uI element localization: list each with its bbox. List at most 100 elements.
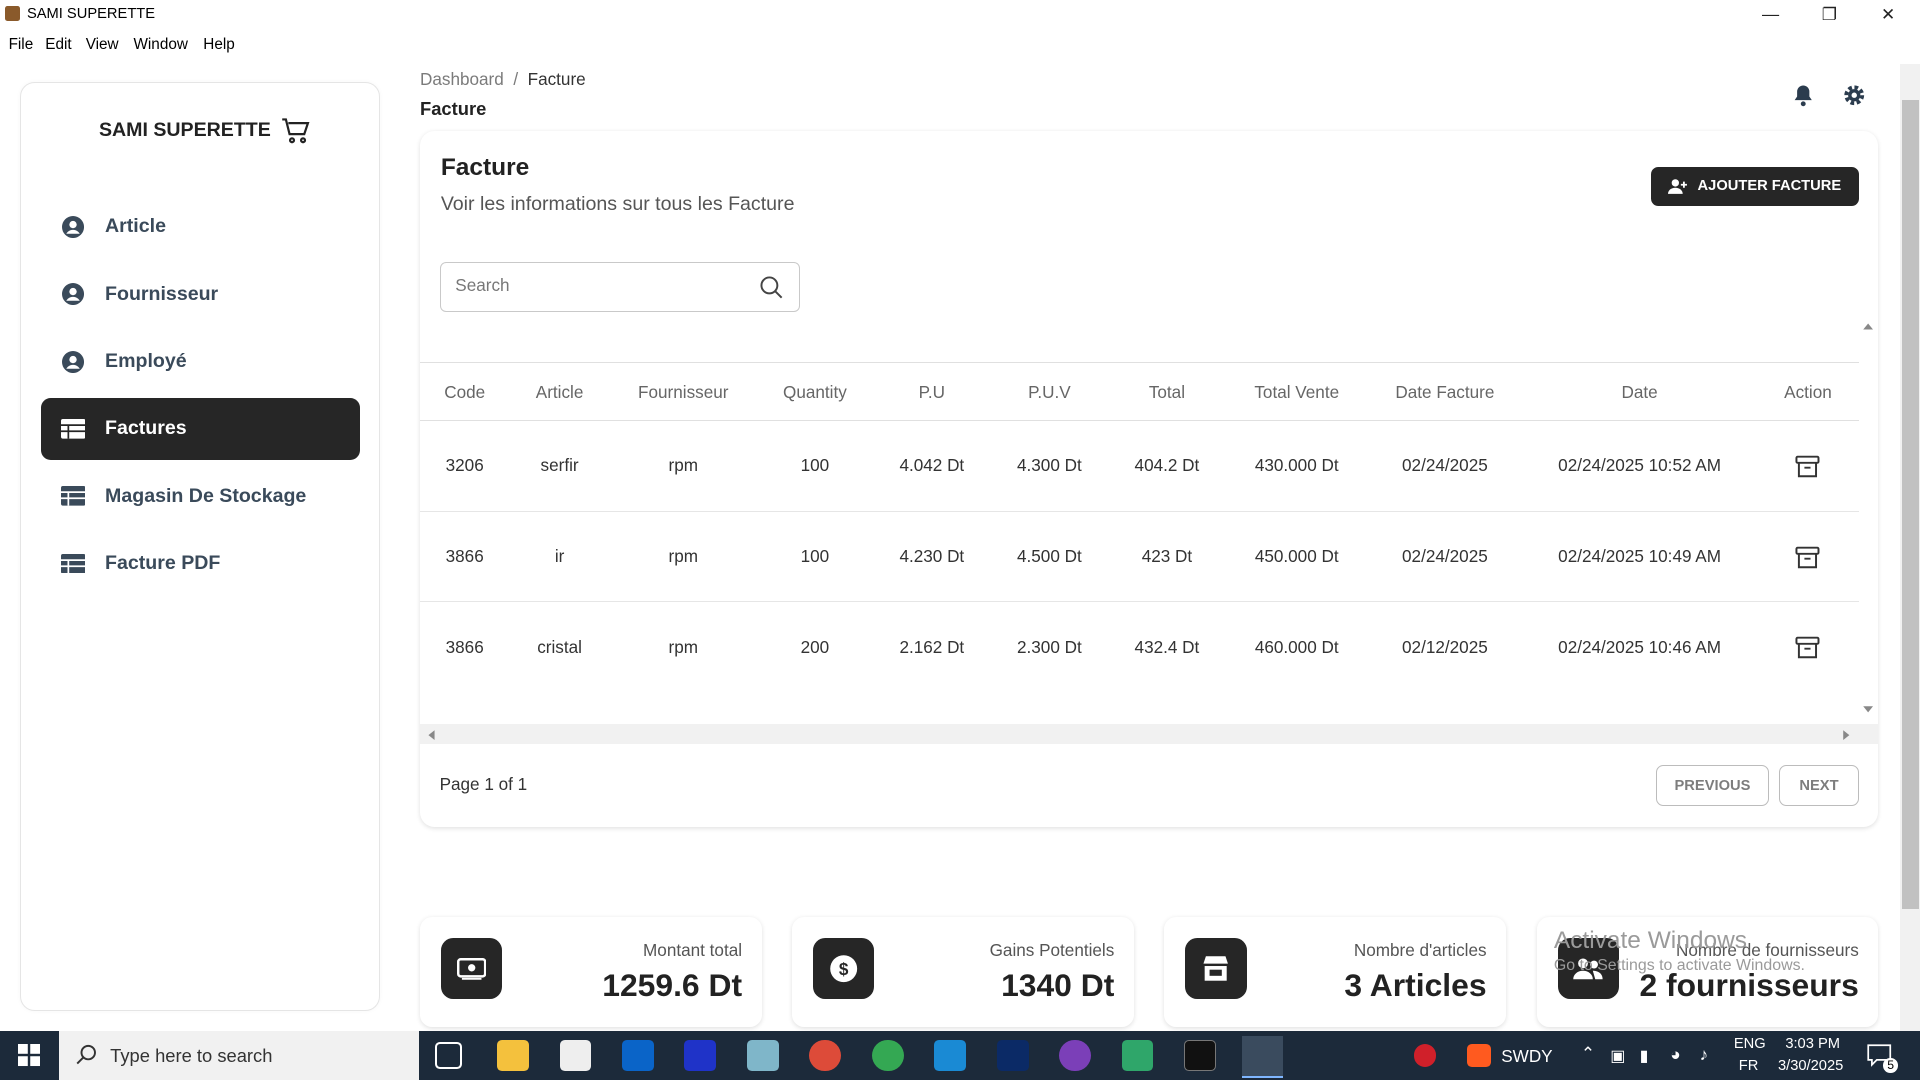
- pagination-info: Page 1 of 1: [439, 773, 528, 794]
- cell-quantity: 200: [800, 636, 830, 657]
- title-bar: SAMI SUPERETTE — ❐ ✕: [0, 0, 1920, 29]
- stat-label: Montant total: [643, 940, 743, 961]
- table-header: Code Article Fournisseur Quantity P.U P.…: [420, 362, 1859, 422]
- app-window: SAMI SUPERETTE — ❐ ✕ File Edit View Wind…: [0, 0, 1920, 1080]
- menu-view[interactable]: View: [86, 36, 119, 54]
- battery-icon[interactable]: ▮: [1640, 1046, 1649, 1066]
- sidebar-item-magasin[interactable]: Magasin De Stockage: [41, 465, 359, 527]
- page-title: Facture: [420, 97, 487, 119]
- store-app-icon[interactable]: [559, 1039, 592, 1072]
- taskbar-search[interactable]: Type here to search: [58, 1031, 419, 1080]
- file-explorer-icon[interactable]: [497, 1039, 529, 1072]
- cell-puv: 4.300 Dt: [1017, 455, 1082, 476]
- dollar-icon: $: [813, 937, 875, 1000]
- terminal-icon[interactable]: [1184, 1039, 1216, 1072]
- l-app-icon[interactable]: [684, 1039, 717, 1072]
- scroll-left-icon[interactable]: [426, 729, 436, 741]
- stat-card-gains-potentiels: $ Gains Potentiels 1340 Dt: [792, 917, 1134, 1028]
- cell-total-vente: 450.000 Dt: [1254, 546, 1339, 567]
- archive-icon[interactable]: [1794, 634, 1821, 661]
- menu-help[interactable]: Help: [203, 36, 234, 54]
- github-desktop-icon[interactable]: [1059, 1039, 1092, 1072]
- language-eng[interactable]: ENG: [1734, 1036, 1766, 1052]
- archive-icon[interactable]: [1794, 544, 1821, 571]
- stat-value: 1340 Dt: [1001, 967, 1115, 1004]
- scroll-up-icon[interactable]: [1862, 321, 1874, 331]
- next-button[interactable]: NEXT: [1779, 765, 1859, 806]
- cell-puv: 4.500 Dt: [1017, 546, 1082, 567]
- menu-window[interactable]: Window: [133, 36, 187, 54]
- window-title: SAMI SUPERETTE: [26, 6, 156, 23]
- gear-icon[interactable]: [1842, 83, 1866, 107]
- search-input[interactable]: [455, 275, 750, 297]
- money-icon: [440, 937, 503, 1000]
- cell-date-facture: 02/24/2025: [1402, 455, 1488, 476]
- close-button[interactable]: ✕: [1864, 2, 1913, 26]
- page-scrollbar[interactable]: [1900, 63, 1920, 1032]
- user-circle-icon: [61, 282, 85, 306]
- sidebar-item-fournisseur[interactable]: Fournisseur: [41, 263, 359, 325]
- swdy-icon[interactable]: [1466, 1044, 1492, 1067]
- sami-superette-task-icon[interactable]: [1241, 1035, 1284, 1078]
- notes-app-icon[interactable]: [746, 1039, 779, 1072]
- taskbar: Type here to search SWDY ⌃ ▣ ▮ ◕ ♪ ENG F…: [0, 1031, 1920, 1080]
- chrome-profile-icon[interactable]: [871, 1039, 904, 1072]
- sidebar-item-facture-pdf[interactable]: Facture PDF: [41, 532, 359, 594]
- volume-icon[interactable]: ♪: [1700, 1044, 1709, 1065]
- facture-table: Code Article Fournisseur Quantity P.U P.…: [420, 313, 1859, 746]
- brand: SAMI SUPERETTE: [99, 117, 310, 144]
- wifi-icon[interactable]: ◕: [1670, 1044, 1680, 1065]
- cell-total: 404.2 Dt: [1134, 455, 1200, 476]
- menu-edit[interactable]: Edit: [45, 36, 71, 54]
- meet-icon[interactable]: ▣: [1610, 1046, 1625, 1066]
- clock-time[interactable]: 3:03 PM: [1785, 1036, 1840, 1052]
- scroll-right-icon[interactable]: [1842, 729, 1852, 741]
- sidebar-item-factures[interactable]: Factures: [41, 397, 360, 461]
- cell-total: 423 Dt: [1141, 546, 1193, 567]
- previous-button[interactable]: PREVIOUS: [1655, 765, 1770, 806]
- archive-icon[interactable]: [1794, 453, 1821, 480]
- store-icon: [1185, 937, 1247, 1000]
- outlook-icon[interactable]: [622, 1039, 654, 1072]
- add-facture-button[interactable]: AJOUTER FACTURE: [1650, 166, 1859, 206]
- language-fr[interactable]: FR: [1739, 1058, 1759, 1074]
- sidebar-item-label: Article: [105, 215, 166, 238]
- sidebar-item-article[interactable]: Article: [41, 196, 359, 258]
- sidebar-item-employe[interactable]: Employé: [41, 330, 359, 392]
- vscode-icon[interactable]: [934, 1039, 967, 1072]
- cell-article: ir: [554, 546, 565, 567]
- sidebar-item-label: Factures: [105, 417, 187, 440]
- cell-article: cristal: [537, 636, 582, 657]
- search-icon[interactable]: [759, 275, 783, 299]
- table-icon: [60, 484, 86, 508]
- menu-file[interactable]: File: [9, 36, 34, 54]
- col-code: Code: [444, 381, 486, 402]
- sidebar-item-label: Fournisseur: [105, 282, 219, 305]
- watermark-title: Activate Windows: [1553, 926, 1747, 954]
- start-button[interactable]: [0, 1031, 59, 1080]
- bell-icon[interactable]: [1791, 83, 1815, 107]
- taskbar-search-placeholder: Type here to search: [110, 1044, 273, 1066]
- add-user-icon: [1668, 178, 1688, 194]
- scroll-down-icon[interactable]: [1862, 705, 1874, 715]
- task-view-icon[interactable]: [434, 1042, 462, 1069]
- chrome-icon[interactable]: [809, 1039, 842, 1072]
- sidebar-item-label: Employé: [105, 350, 187, 373]
- col-quantity: Quantity: [783, 381, 847, 402]
- page-scrollbar-thumb[interactable]: [1901, 100, 1919, 909]
- table-horizontal-scrollbar[interactable]: [420, 723, 1879, 745]
- chevron-up-icon[interactable]: ⌃: [1581, 1043, 1595, 1064]
- table-vertical-scrollbar[interactable]: [1859, 313, 1879, 721]
- tray-app-icon[interactable]: [1414, 1044, 1437, 1067]
- cell-date-facture: 02/12/2025: [1402, 636, 1488, 657]
- minimize-button[interactable]: —: [1746, 2, 1795, 26]
- maximize-button[interactable]: ❐: [1805, 2, 1854, 26]
- user-circle-icon: [61, 349, 85, 373]
- breadcrumb-dashboard[interactable]: Dashboard: [420, 69, 504, 89]
- sidebar-item-label: Facture PDF: [105, 552, 221, 575]
- photoshop-icon[interactable]: [996, 1039, 1029, 1072]
- card-title: Facture: [440, 154, 530, 182]
- cell-quantity: 100: [800, 546, 830, 567]
- git-icon[interactable]: [1121, 1039, 1154, 1072]
- clock-date[interactable]: 3/30/2025: [1778, 1058, 1843, 1074]
